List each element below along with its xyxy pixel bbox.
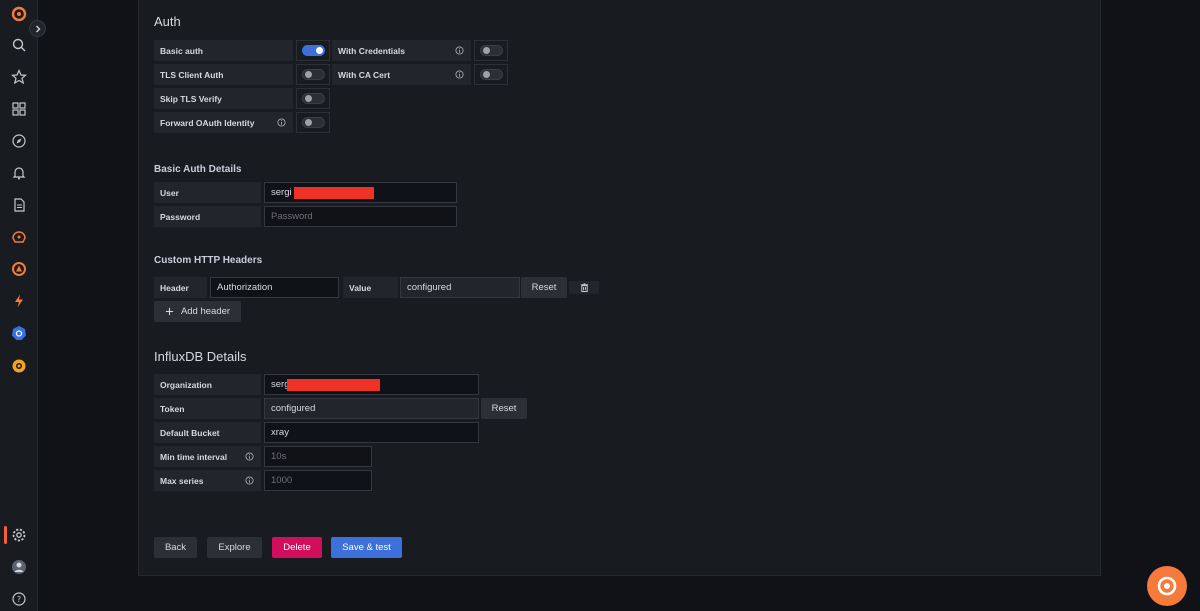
user-input[interactable]: sergi: [264, 182, 457, 203]
grafana-help-icon: [1157, 576, 1177, 596]
custom-headers-title: Custom HTTP Headers: [154, 255, 263, 266]
starred-icon[interactable]: [9, 67, 29, 87]
user-avatar-icon[interactable]: [9, 557, 29, 577]
redaction-bar: [287, 379, 380, 391]
basic-auth-label: Basic auth: [154, 40, 293, 61]
incident-bolt-icon[interactable]: [9, 291, 29, 311]
with-ca-cert-toggle[interactable]: [474, 64, 508, 85]
configuration-gear-icon[interactable]: [9, 525, 29, 545]
header-reset-button[interactable]: Reset: [521, 277, 567, 298]
machine-learning-icon[interactable]: [9, 227, 29, 247]
skip-tls-verify-toggle[interactable]: [296, 88, 330, 109]
dashboards-icon[interactable]: [9, 99, 29, 119]
max-series-label: Max series: [154, 470, 261, 491]
alerting-bell-icon[interactable]: [9, 163, 29, 183]
chevron-right-icon: [35, 25, 40, 32]
header-value-input[interactable]: configured: [400, 277, 520, 298]
help-icon[interactable]: ?: [9, 589, 29, 609]
synthetic-globe-icon[interactable]: [9, 356, 29, 376]
info-icon[interactable]: [455, 70, 464, 79]
influxdb-details-title: InfluxDB Details: [154, 349, 247, 364]
token-reset-button[interactable]: Reset: [481, 398, 527, 419]
expand-sidebar-button[interactable]: [29, 20, 46, 37]
trash-icon: [580, 283, 588, 292]
reports-document-icon[interactable]: [9, 195, 29, 215]
forward-oauth-toggle[interactable]: [296, 112, 330, 133]
default-bucket-label: Default Bucket: [154, 422, 261, 443]
delete-button[interactable]: Delete: [272, 537, 322, 558]
min-time-interval-input[interactable]: 10s: [264, 446, 372, 467]
value-label: Value: [343, 277, 398, 298]
password-label: Password: [154, 206, 261, 227]
svg-text:?: ?: [17, 595, 21, 604]
back-button[interactable]: Back: [154, 537, 197, 558]
info-icon[interactable]: [245, 452, 254, 461]
info-icon[interactable]: [455, 46, 464, 55]
with-credentials-toggle[interactable]: [474, 40, 508, 61]
explore-button[interactable]: Explore: [207, 537, 262, 558]
user-label: User: [154, 182, 261, 203]
tls-client-auth-label: TLS Client Auth: [154, 64, 293, 85]
sidebar: ?: [0, 0, 38, 611]
skip-tls-verify-label: Skip TLS Verify: [154, 88, 293, 109]
grafana-logo-icon[interactable]: [9, 4, 29, 24]
search-icon[interactable]: [9, 35, 29, 55]
with-ca-cert-label: With CA Cert: [332, 64, 471, 85]
delete-header-button[interactable]: [569, 281, 599, 294]
datasource-settings-card: Auth Basic auth With Credentials TLS Cli…: [138, 0, 1101, 576]
add-header-button[interactable]: Add header: [154, 301, 241, 322]
token-input[interactable]: configured: [264, 398, 479, 419]
header-label: Header: [154, 277, 207, 298]
organization-label: Organization: [154, 374, 261, 395]
kubernetes-icon[interactable]: [9, 323, 29, 343]
default-bucket-input[interactable]: xray: [264, 422, 479, 443]
min-time-interval-label: Min time interval: [154, 446, 261, 467]
basic-auth-details-title: Basic Auth Details: [154, 164, 242, 175]
info-icon[interactable]: [245, 476, 254, 485]
oncall-icon[interactable]: [9, 259, 29, 279]
help-chat-button[interactable]: [1147, 566, 1187, 606]
explore-compass-icon[interactable]: [9, 131, 29, 151]
redaction-bar: [294, 187, 374, 199]
forward-oauth-label: Forward OAuth Identity: [154, 112, 293, 133]
save-test-button[interactable]: Save & test: [331, 537, 402, 558]
plus-icon: [165, 307, 174, 316]
token-label: Token: [154, 398, 261, 419]
active-indicator: [4, 526, 7, 544]
max-series-input[interactable]: 1000: [264, 470, 372, 491]
with-credentials-label: With Credentials: [332, 40, 471, 61]
header-name-input[interactable]: Authorization: [210, 277, 339, 298]
password-input[interactable]: Password: [264, 206, 457, 227]
organization-input[interactable]: serg: [264, 374, 479, 395]
auth-section-title: Auth: [154, 14, 181, 29]
tls-client-auth-toggle[interactable]: [296, 64, 330, 85]
info-icon[interactable]: [277, 118, 286, 127]
basic-auth-toggle[interactable]: [296, 40, 330, 61]
